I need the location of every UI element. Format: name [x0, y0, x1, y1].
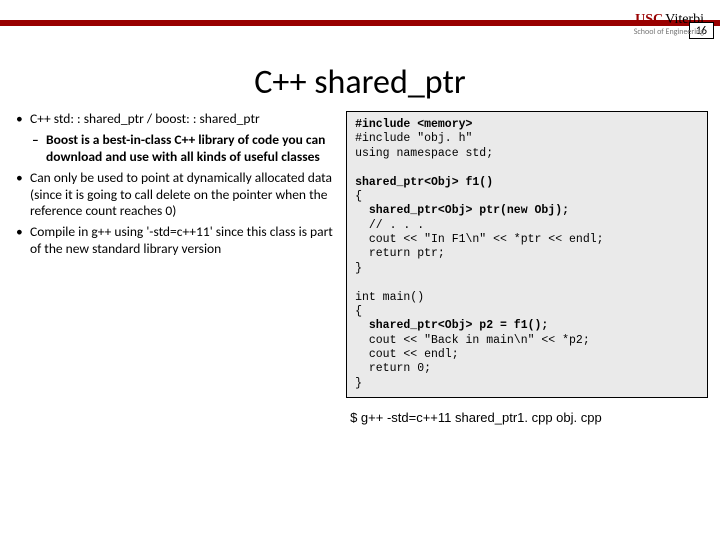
code-l18: return 0; [355, 362, 431, 375]
logo-usc: USC [635, 12, 663, 27]
logo: USC Viterbi School of Engineering [634, 12, 704, 37]
code-l17: cout << endl; [355, 348, 459, 361]
logo-viterbi: Viterbi [665, 12, 704, 27]
code-box: #include <memory> #include "obj. h" usin… [346, 111, 708, 398]
code-l2: #include "obj. h" [355, 132, 472, 145]
code-l3: using namespace std; [355, 147, 493, 160]
bullet-3: Compile in g++ using '-std=c++11' since … [12, 224, 338, 258]
code-l19: } [355, 377, 362, 390]
bullet-1: C++ std: : shared_ptr / boost: : shared_… [12, 111, 338, 128]
code-l11: } [355, 262, 362, 275]
code-l5: shared_ptr<Obj> f1() [355, 176, 493, 189]
bullet-2: Can only be used to point at dynamically… [12, 170, 338, 221]
code-l1: #include <memory> [355, 118, 472, 131]
code-l7: shared_ptr<Obj> ptr(new Obj); [355, 204, 569, 217]
logo-sub: School of Engineering [634, 28, 704, 37]
bullet-column: C++ std: : shared_ptr / boost: : shared_… [12, 111, 346, 425]
code-l14: { [355, 305, 362, 318]
content-area: C++ std: : shared_ptr / boost: : shared_… [0, 111, 720, 425]
page-title: C++ shared_ptr [0, 62, 720, 103]
code-l6: { [355, 190, 362, 203]
code-column: #include <memory> #include "obj. h" usin… [346, 111, 708, 425]
header-bar: USC Viterbi School of Engineering [0, 26, 720, 56]
compile-command: $ g++ -std=c++11 shared_ptr1. cpp obj. c… [346, 410, 708, 425]
code-l9: cout << "In F1\n" << *ptr << endl; [355, 233, 603, 246]
code-l10: return ptr; [355, 247, 445, 260]
code-l8: // . . . [355, 219, 424, 232]
code-l13: int main() [355, 291, 424, 304]
bullet-1a: Boost is a best-in-class C++ library of … [12, 132, 338, 166]
code-l16: cout << "Back in main\n" << *p2; [355, 334, 590, 347]
code-l15: shared_ptr<Obj> p2 = f1(); [355, 319, 548, 332]
